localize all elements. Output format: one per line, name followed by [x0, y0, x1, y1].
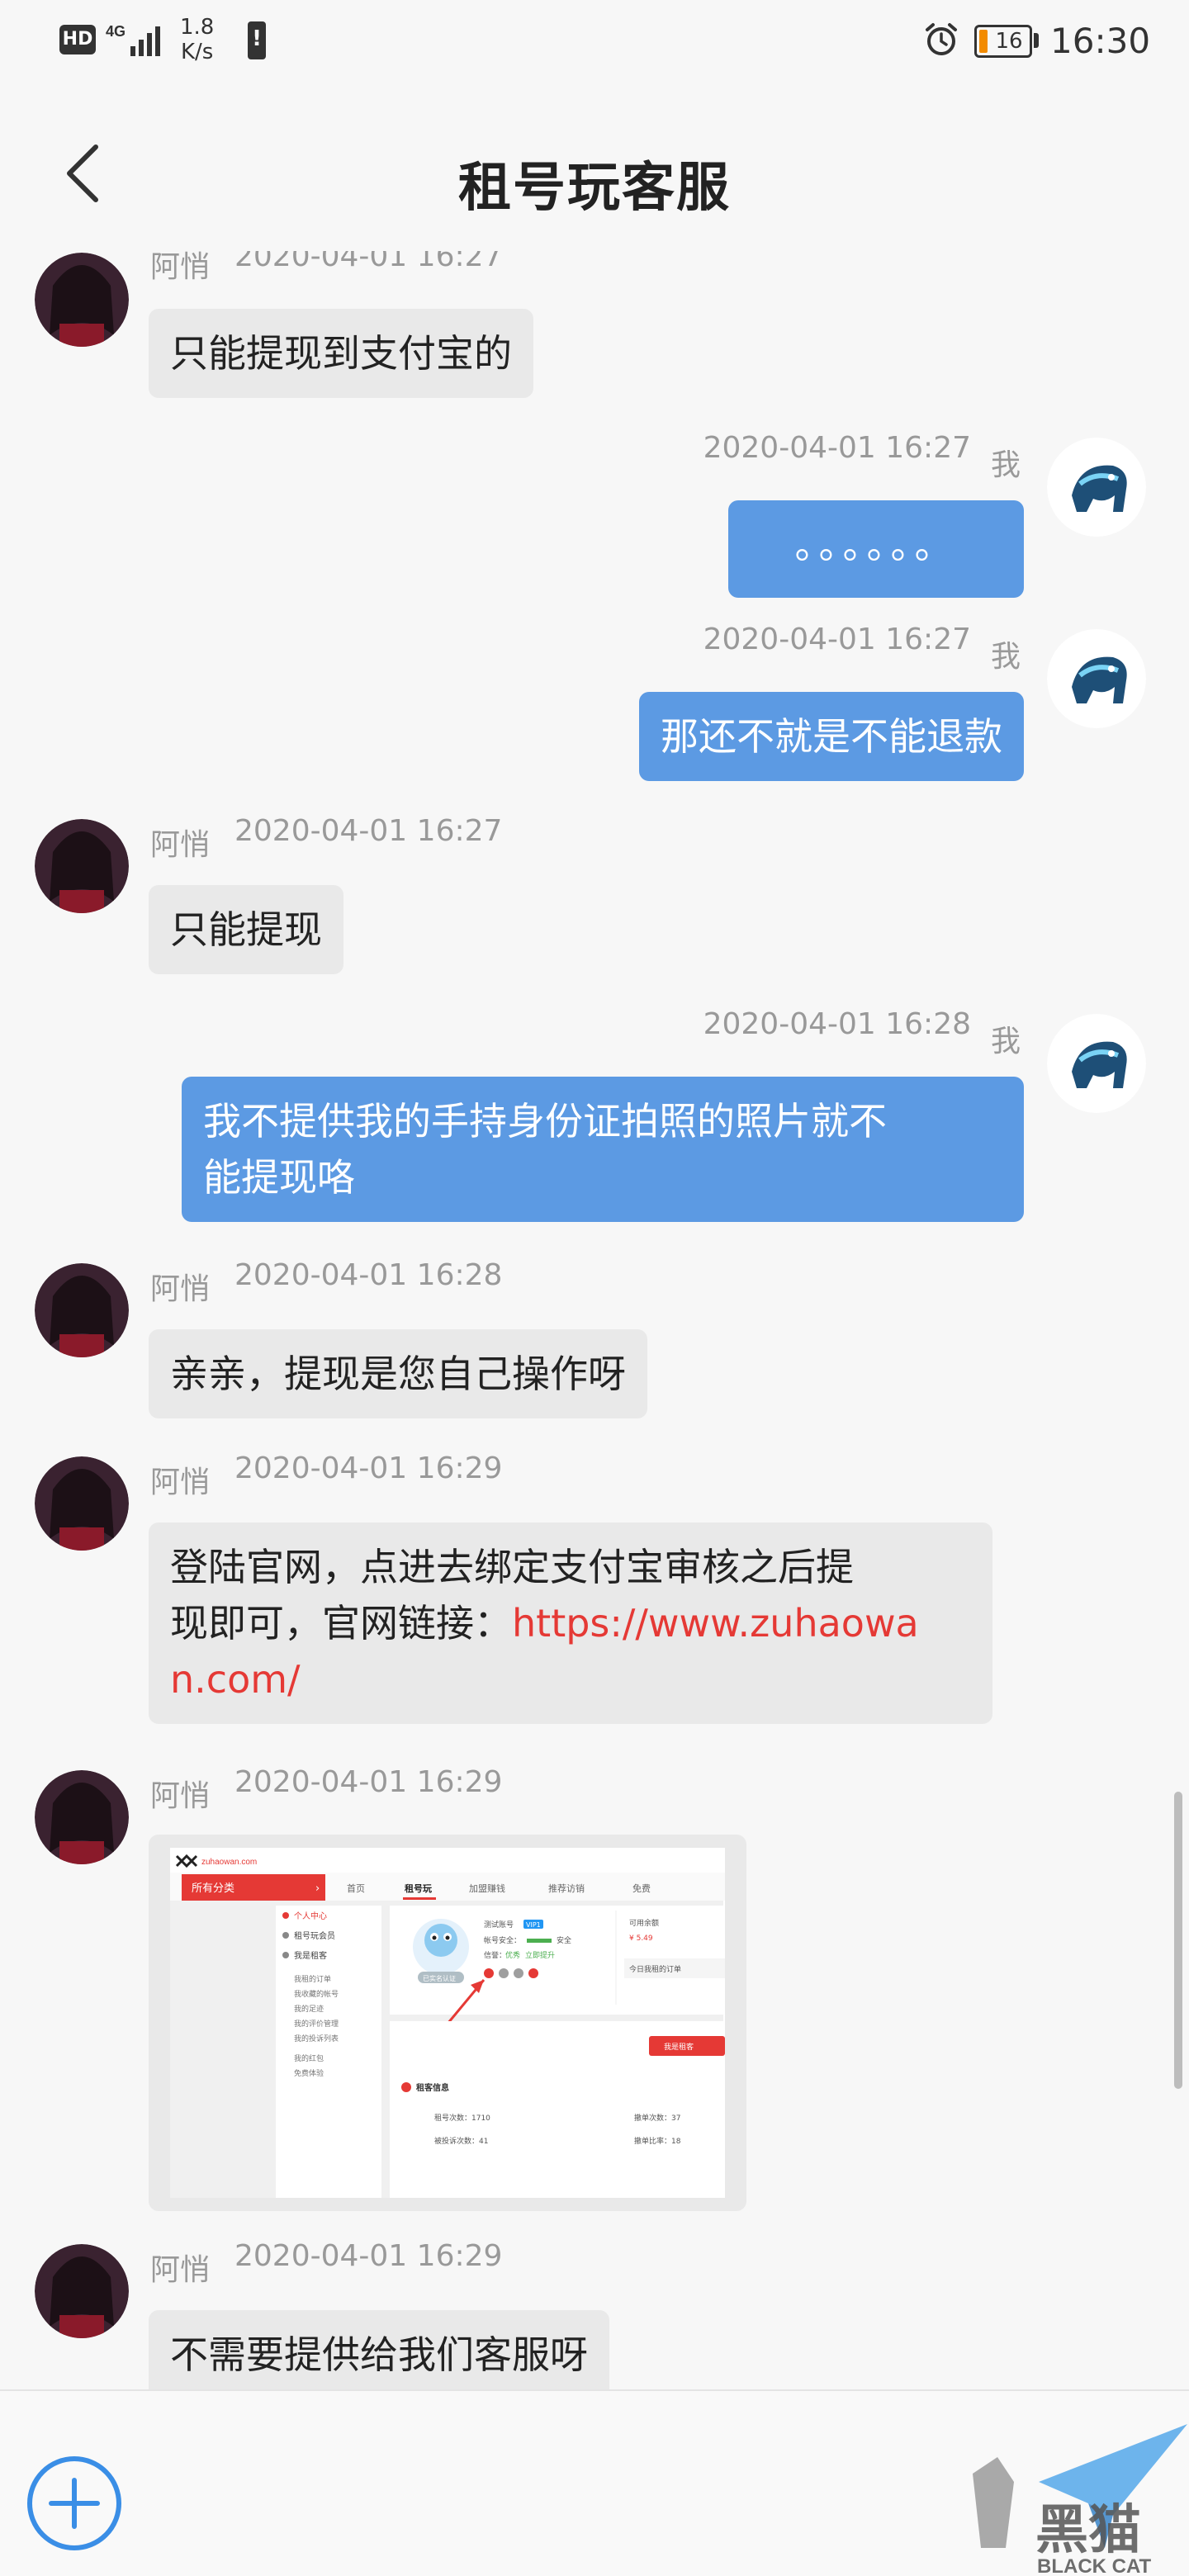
svg-text:帐号安全：: 帐号安全：: [484, 1935, 521, 1945]
svg-text:个人中心: 个人中心: [294, 1911, 327, 1921]
svg-text:可用余额: 可用余额: [629, 1918, 659, 1928]
black-cat-watermark-logo: 黑猫 BLACK CAT: [973, 2424, 1187, 2576]
avatar[interactable]: [35, 1263, 129, 1357]
message-time: 2020-04-01 16:28: [234, 1258, 503, 1292]
message-time: 2020-04-01 16:27: [703, 431, 971, 465]
svg-text:免费体验: 免费体验: [294, 2068, 324, 2078]
svg-text:我的投诉列表: 我的投诉列表: [294, 2034, 339, 2043]
message-bubble[interactable]: 那还不就是不能退款: [639, 692, 1024, 781]
avatar[interactable]: [35, 819, 129, 913]
avatar[interactable]: [35, 1456, 129, 1551]
sender-name: 我: [991, 1025, 1021, 1058]
page-title: 租号玩客服: [458, 158, 731, 219]
message-bubble[interactable]: 不需要提供给我们客服呀: [149, 2310, 609, 2389]
svg-text:免费: 免费: [632, 1882, 651, 1894]
svg-text:推荐访销: 推荐访销: [548, 1882, 585, 1894]
svg-text:4G: 4G: [106, 23, 126, 40]
avatar[interactable]: [35, 1770, 129, 1864]
message-time: 2020-04-01 16:29: [234, 2239, 503, 2273]
message-bubble[interactable]: 。。。。。。: [728, 500, 1024, 598]
svg-text:测试账号: 测试账号: [484, 1920, 514, 1930]
website-screenshot-image[interactable]: zuhaowan.com 所有分类 › 首页 租号玩 加盟赚钱 推荐访销 免费 …: [170, 1848, 725, 2198]
chat-area[interactable]: 阿悄 2020-04-01 16:27 只能提现到支付宝的 2020-04-01…: [0, 251, 1189, 2389]
svg-text:›: ›: [315, 1882, 320, 1895]
svg-text:安全: 安全: [557, 1935, 571, 1945]
svg-text:BLACK CAT: BLACK CAT: [1037, 2555, 1152, 2576]
sender-name: 我: [991, 640, 1021, 674]
svg-text:¥ 5.49: ¥ 5.49: [629, 1934, 653, 1943]
svg-text:我收藏的帐号: 我收藏的帐号: [294, 1989, 339, 1999]
sender-name: 阿悄: [150, 828, 211, 862]
avatar[interactable]: [1047, 438, 1146, 537]
message-time: 2020-04-01 16:29: [234, 1765, 503, 1799]
website-link[interactable]: n.com/: [170, 1657, 301, 1702]
svg-text:我租的订单: 我租的订单: [294, 1974, 331, 1984]
svg-text:撤单次数：37: 撤单次数：37: [634, 2113, 680, 2123]
sender-name: 阿悄: [150, 251, 211, 284]
message-time: 2020-04-01 16:27: [703, 623, 971, 656]
svg-text:优秀: 优秀: [505, 1950, 520, 1960]
sender-name: 阿悄: [150, 1272, 211, 1306]
message-bubble[interactable]: 只能提现到支付宝的: [149, 309, 533, 398]
svg-text:首页: 首页: [347, 1882, 365, 1894]
clock-time: 16:30: [1050, 21, 1151, 61]
title-bar: 租号玩客服: [0, 86, 1189, 251]
message-time: 2020-04-01 16:29: [234, 1451, 503, 1485]
message-bubble[interactable]: 亲亲，提现是您自己操作呀: [149, 1329, 647, 1418]
sender-name: 我: [991, 448, 1021, 482]
message-bubble[interactable]: 我不提供我的手持身份证拍照的照片就不 能提现咯: [182, 1077, 1024, 1222]
svg-text:VIP1: VIP1: [526, 1921, 541, 1929]
svg-text:我的评价管理: 我的评价管理: [294, 2019, 339, 2029]
avatar[interactable]: [1047, 1014, 1146, 1113]
image-message[interactable]: zuhaowan.com 所有分类 › 首页 租号玩 加盟赚钱 推荐访销 免费 …: [149, 1835, 746, 2211]
svg-text:立即提升: 立即提升: [525, 1950, 555, 1960]
plus-circle-icon[interactable]: [25, 2454, 124, 2553]
svg-text:被投诉次数：41: 被投诉次数：41: [434, 2136, 488, 2146]
svg-text:撤单比率：18: 撤单比率：18: [634, 2136, 681, 2146]
sender-name: 阿悄: [150, 1466, 211, 1499]
avatar[interactable]: [1047, 629, 1146, 728]
signal-icon: 4G: [106, 23, 160, 56]
svg-text:加盟赚钱: 加盟赚钱: [469, 1882, 505, 1894]
hd-indicator: HD: [59, 25, 96, 54]
svg-text:今日我租的订单: 今日我租的订单: [629, 1964, 681, 1974]
svg-text:我的红包: 我的红包: [294, 2053, 324, 2063]
battery-icon: 16: [974, 25, 1032, 58]
message-bubble[interactable]: 只能提现: [149, 885, 343, 974]
svg-text:租号玩: 租号玩: [405, 1883, 432, 1894]
svg-text:已实名认证: 已实名认证: [423, 1974, 456, 1982]
message-time: 2020-04-01 16:28: [703, 1007, 971, 1041]
avatar[interactable]: [35, 253, 129, 347]
message-time: 2020-04-01 16:27: [234, 814, 503, 848]
svg-text:租号次数：1710: 租号次数：1710: [434, 2113, 490, 2123]
status-bar: HD 4G 1.8 K/s 16 16:30: [0, 0, 1189, 86]
network-speed: 1.8 K/s: [180, 15, 215, 64]
scrollbar-thumb[interactable]: [1174, 1792, 1182, 2089]
sender-name: 阿悄: [150, 2253, 211, 2287]
svg-text:所有分类: 所有分类: [192, 1882, 234, 1895]
alarm-clock-icon: [926, 23, 957, 55]
svg-text:黑猫: 黑猫: [1035, 2500, 1141, 2561]
svg-text:zuhaowan.com: zuhaowan.com: [201, 1858, 257, 1867]
svg-text:信誉：: 信誉：: [484, 1950, 506, 1960]
svg-text:我的足迹: 我的足迹: [294, 2004, 324, 2014]
svg-text:租号玩会员: 租号玩会员: [294, 1930, 335, 1941]
svg-text:我是租客: 我是租客: [664, 2042, 694, 2052]
website-link[interactable]: https://www.zuhaowa: [512, 1601, 919, 1646]
input-bar: 黑猫 BLACK CAT: [0, 2389, 1189, 2576]
sender-name: 阿悄: [150, 1779, 211, 1813]
svg-text:我是租客: 我是租客: [294, 1950, 327, 1961]
svg-text:租客信息: 租客信息: [416, 2082, 449, 2093]
message-bubble[interactable]: 登陆官网，点进去绑定支付宝审核之后提 现即可，官网链接：https://www.…: [149, 1522, 992, 1724]
avatar[interactable]: [35, 2244, 129, 2338]
message-time: 2020-04-01 16:27: [234, 251, 503, 273]
sim-alert-icon: [248, 21, 266, 59]
